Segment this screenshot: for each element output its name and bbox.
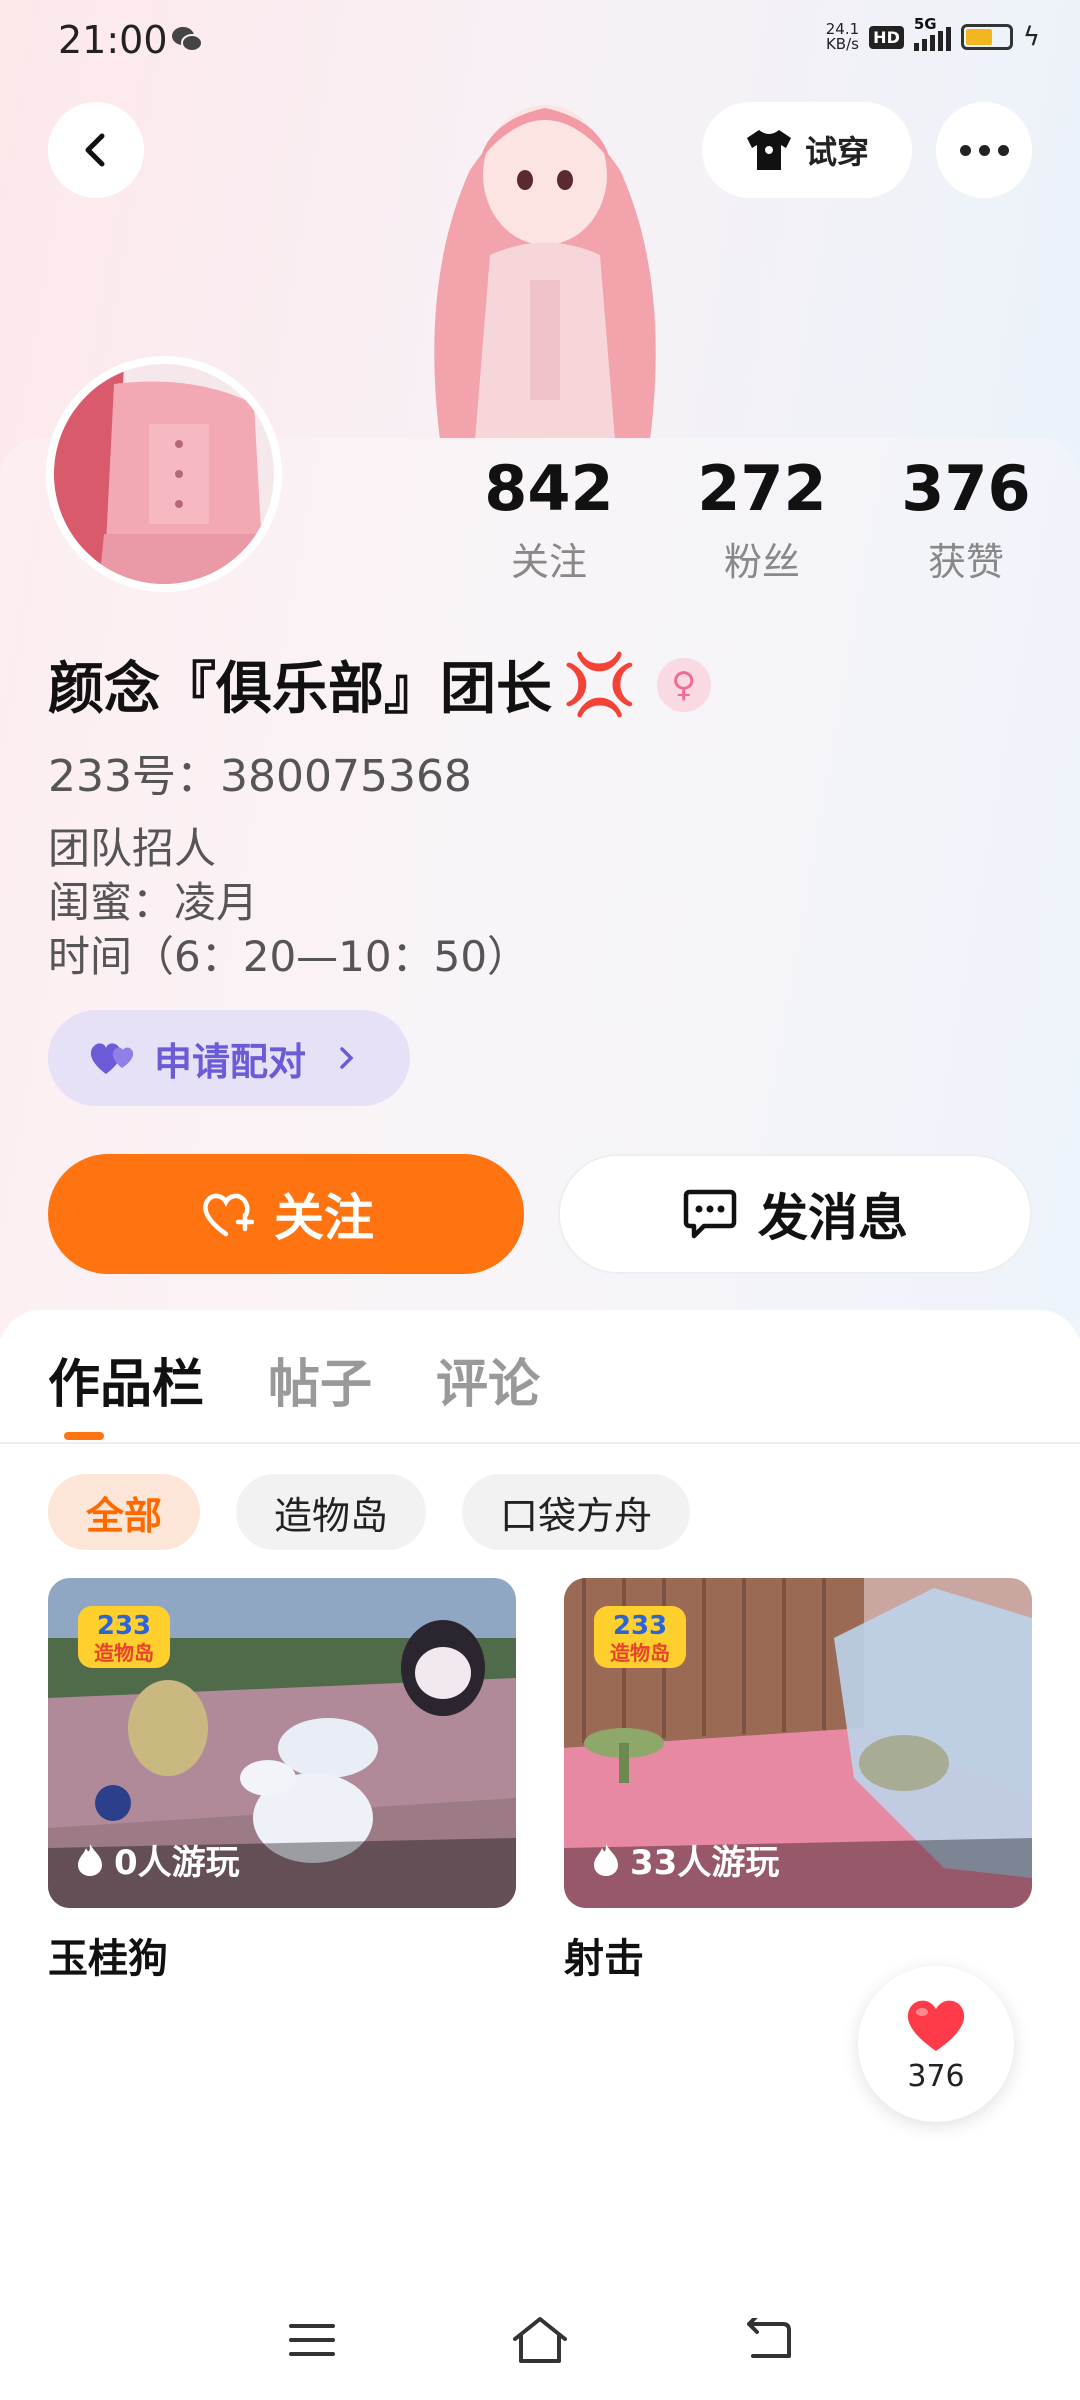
- follow-label: 关注: [274, 1189, 374, 1247]
- profile-tabs: 作品栏 帖子 评论: [48, 1342, 540, 1417]
- avatar-image: [54, 364, 274, 584]
- status-time: 21:00: [58, 18, 168, 62]
- hearts-icon: [90, 1043, 134, 1074]
- stat-following[interactable]: 842 关注: [469, 452, 629, 586]
- stat-label: 获赞: [927, 540, 1004, 584]
- creation-island-logo: 233 造物岛: [78, 1606, 170, 1668]
- request-pair-button[interactable]: 申请配对: [48, 1010, 410, 1106]
- more-icon: [959, 144, 971, 156]
- flame-icon: [78, 1843, 102, 1876]
- bio-line: 时间（6：20—10：50）: [48, 932, 530, 981]
- stat-followers[interactable]: 272 粉丝: [682, 452, 842, 586]
- play-count: 33人游玩: [592, 1835, 779, 1884]
- female-icon: ♀: [656, 657, 711, 712]
- logo-number: 233: [613, 1611, 667, 1641]
- profile-name-text: 颜念『俱乐部』团长: [48, 657, 552, 722]
- filter-pocket-ark[interactable]: 口袋方舟: [462, 1474, 691, 1550]
- play-count-text: 33人游玩: [630, 1843, 780, 1883]
- works-section: 作品栏 帖子 评论 全部 造物岛 口袋方舟 233 造物岛 0人游玩 玉桂狗 2…: [0, 1310, 1080, 2400]
- anger-emoji: 💢: [562, 650, 637, 720]
- net-speed-unit: KB/s: [825, 35, 859, 53]
- stat-value: 376: [901, 452, 1031, 525]
- avatar[interactable]: [46, 356, 282, 592]
- back-icon: [85, 133, 105, 167]
- work-thumbnail: 233 造物岛 33人游玩: [564, 1578, 1032, 1908]
- bio-line: 闺蜜：凌月: [48, 878, 259, 927]
- net-speed: 24.1 KB/s: [826, 22, 859, 52]
- stat-likes[interactable]: 376 获赞: [886, 452, 1046, 586]
- active-tab-indicator: [64, 1432, 104, 1440]
- menu-icon[interactable]: [287, 2320, 337, 2360]
- flame-icon: [594, 1843, 618, 1876]
- tab-posts[interactable]: 帖子: [268, 1342, 372, 1417]
- hd-icon: HD: [869, 25, 904, 49]
- tab-works[interactable]: 作品栏: [48, 1342, 204, 1417]
- work-card[interactable]: 233 造物岛 0人游玩 玉桂狗: [48, 1578, 516, 1984]
- back-button[interactable]: [48, 102, 144, 198]
- follow-button[interactable]: 关注: [48, 1154, 524, 1274]
- tabs-divider: [0, 1442, 1080, 1444]
- heart-icon: [907, 2000, 965, 2051]
- bio-line: 团队招人: [48, 824, 217, 873]
- logo-number: 233: [97, 1611, 151, 1641]
- avatar-character-image: [434, 105, 656, 440]
- battery-icon: [960, 24, 1013, 50]
- profile-bio: 团队招人 闺蜜：凌月 时间（6：20—10：50）: [48, 822, 529, 984]
- home-icon[interactable]: [511, 2315, 569, 2365]
- work-thumbnail: 233 造物岛 0人游玩: [48, 1578, 516, 1908]
- chat-bubble-icon: [683, 1189, 737, 1239]
- charging-icon: ϟ: [1022, 22, 1040, 52]
- request-pair-label: 申请配对: [154, 1039, 307, 1084]
- stat-label: 关注: [510, 540, 587, 584]
- status-bar: 21:00 24.1 KB/s HD 5G ϟ: [0, 0, 1080, 82]
- like-button[interactable]: 376: [858, 1966, 1014, 2122]
- like-count: 376: [907, 2058, 965, 2094]
- try-on-button[interactable]: 试穿: [702, 102, 912, 198]
- user-id: 233号：380075368: [48, 751, 472, 802]
- signal-icon: 5G: [913, 15, 951, 51]
- play-count-text: 0人游玩: [114, 1843, 240, 1883]
- work-title: 玉桂狗: [48, 1936, 168, 1982]
- more-button[interactable]: [936, 102, 1032, 198]
- try-on-label: 试穿: [804, 133, 869, 171]
- filter-creation-island[interactable]: 造物岛: [236, 1474, 427, 1550]
- system-nav-bar: [0, 2290, 1080, 2390]
- logo-text: 造物岛: [610, 1641, 670, 1665]
- wechat-icon: [172, 27, 203, 52]
- heart-plus-icon: [203, 1193, 254, 1237]
- creation-island-logo: 233 造物岛: [594, 1606, 686, 1668]
- send-message-label: 发消息: [758, 1189, 908, 1247]
- stat-value: 272: [697, 452, 827, 525]
- work-card[interactable]: 233 造物岛 33人游玩 射击: [564, 1578, 1032, 1984]
- back-nav-icon[interactable]: [743, 2318, 793, 2362]
- filter-chips: 全部 造物岛 口袋方舟: [48, 1474, 691, 1550]
- play-count: 0人游玩: [76, 1835, 240, 1884]
- tab-comments[interactable]: 评论: [436, 1342, 540, 1417]
- send-message-button[interactable]: 发消息: [558, 1154, 1032, 1274]
- filter-all[interactable]: 全部: [48, 1474, 201, 1550]
- stat-value: 842: [484, 452, 614, 525]
- shirt-icon: [746, 130, 791, 170]
- logo-text: 造物岛: [94, 1641, 154, 1665]
- status-icons: 24.1 KB/s HD 5G ϟ: [826, 15, 1040, 52]
- network-label: 5G: [913, 15, 937, 33]
- profile-name: 颜念『俱乐部』团长 💢 ♀: [48, 644, 711, 725]
- chevron-right-icon: [340, 1047, 354, 1069]
- stat-label: 粉丝: [723, 540, 800, 584]
